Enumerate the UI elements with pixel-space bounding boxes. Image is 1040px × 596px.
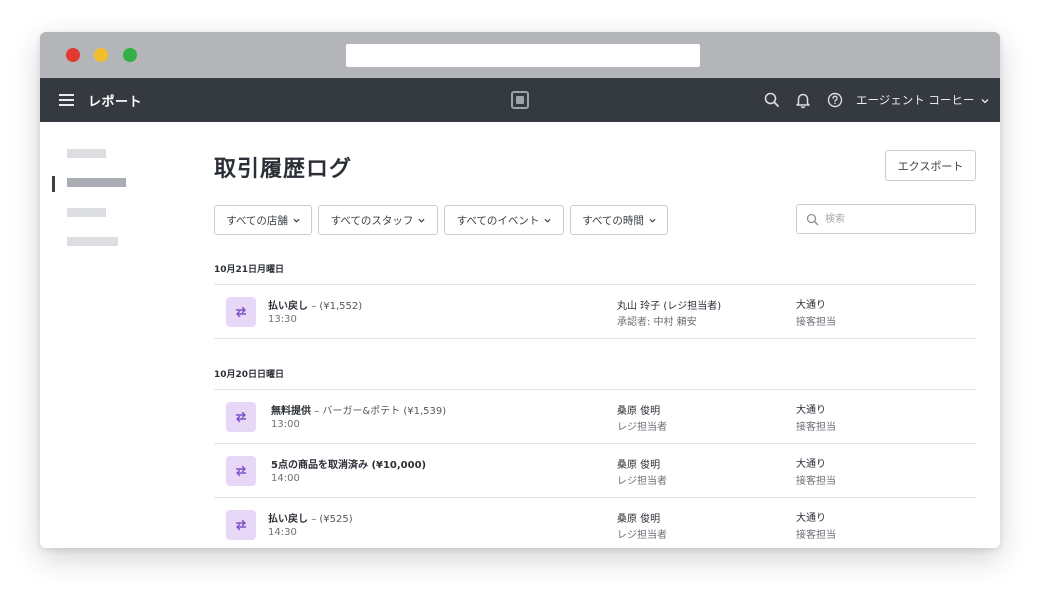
staff-role: レジ担当者	[617, 476, 667, 487]
page-title: 取引履歴ログ	[214, 157, 353, 182]
event-name: 払い戻し	[268, 301, 308, 312]
event-title: 5点の商品を取消済み (¥10,000)	[271, 456, 426, 471]
staff-name: 桑原 俊明	[617, 460, 661, 471]
staff-name: 桑原 俊明	[617, 406, 661, 417]
swap-arrows-icon	[226, 297, 256, 327]
sidebar-item-1[interactable]	[67, 149, 106, 158]
location-name: 大通り	[796, 459, 826, 470]
event-detail: – バーガー&ポテト (¥1,539)	[314, 406, 447, 417]
event-title: 無料提供 – バーガー&ポテト (¥1,539)	[271, 402, 446, 417]
staff-role: 承認者: 中村 頼安	[617, 317, 697, 328]
browser-window: レポート エージェント コーヒー 取引履歴ログ エクスポート すべての店舗 すべ…	[40, 32, 1000, 548]
filter-label: すべてのイベント	[456, 214, 540, 227]
chevron-down-icon	[418, 218, 425, 223]
filter-locations[interactable]: すべての店舗	[214, 205, 312, 235]
swap-arrows-icon	[226, 402, 256, 432]
staff-name: 丸山 玲子 (レジ担当者)	[617, 301, 722, 312]
chevron-down-icon	[649, 218, 656, 223]
date-header: 10月21日月曜日	[214, 265, 285, 275]
event-time: 14:00	[271, 473, 300, 484]
square-logo-icon[interactable]	[511, 91, 529, 109]
staff-role: レジ担当者	[617, 530, 667, 541]
list-item[interactable]: 無料提供 – バーガー&ポテト (¥1,539) 13:00 桑原 俊明 レジ担…	[214, 390, 976, 443]
event-title: 払い戻し – (¥1,552)	[268, 297, 362, 312]
sidebar-item-3[interactable]	[67, 208, 106, 217]
minimize-window-button[interactable]	[94, 48, 108, 62]
bell-icon[interactable]	[794, 91, 812, 109]
event-name: 5点の商品を取消済み (¥10,000)	[271, 460, 427, 471]
search-icon	[806, 213, 819, 226]
filter-time[interactable]: すべての時間	[570, 205, 668, 235]
sidebar-item-4[interactable]	[67, 237, 118, 246]
location-name: 大通り	[796, 513, 826, 524]
filter-staff[interactable]: すべてのスタッフ	[318, 205, 438, 235]
event-detail: – (¥525)	[311, 514, 353, 525]
event-detail: – (¥1,552)	[311, 301, 363, 312]
help-icon[interactable]	[826, 91, 844, 109]
swap-arrows-icon	[226, 456, 256, 486]
department-name: 接客担当	[796, 530, 836, 541]
location-name: 大通り	[796, 300, 826, 311]
search-box[interactable]	[796, 204, 976, 234]
swap-arrows-icon	[226, 510, 256, 540]
account-menu[interactable]: エージェント コーヒー	[856, 92, 989, 108]
event-name: 無料提供	[271, 406, 311, 417]
search-input[interactable]	[825, 211, 965, 228]
event-time: 13:30	[268, 314, 297, 325]
event-title: 払い戻し – (¥525)	[268, 510, 353, 525]
list-item[interactable]: 払い戻し – (¥1,552) 13:30 丸山 玲子 (レジ担当者) 承認者:…	[214, 285, 976, 338]
address-bar[interactable]	[346, 44, 700, 67]
sidebar-item-2[interactable]	[67, 178, 126, 187]
hamburger-icon[interactable]	[59, 94, 74, 106]
search-icon[interactable]	[763, 91, 781, 109]
department-name: 接客担当	[796, 422, 836, 433]
app-title: レポート	[88, 95, 143, 110]
department-name: 接客担当	[796, 317, 836, 328]
filter-label: すべての店舗	[226, 214, 288, 227]
location-name: 大通り	[796, 405, 826, 416]
sidebar-active-indicator	[52, 176, 55, 192]
chevron-down-icon	[981, 99, 989, 104]
chevron-down-icon	[544, 218, 551, 223]
list-item[interactable]: 払い戻し – (¥525) 14:30 桑原 俊明 レジ担当者 大通り 接客担当	[214, 498, 976, 548]
event-name: 払い戻し	[268, 514, 308, 525]
date-header: 10月20日日曜日	[214, 370, 285, 380]
chevron-down-icon	[293, 218, 300, 223]
staff-name: 桑原 俊明	[617, 514, 661, 525]
list-item[interactable]: 5点の商品を取消済み (¥10,000) 14:00 桑原 俊明 レジ担当者 大…	[214, 444, 976, 497]
filter-label: すべての時間	[582, 214, 644, 227]
account-name: エージェント コーヒー	[856, 93, 975, 107]
event-time: 14:30	[268, 527, 297, 538]
event-time: 13:00	[271, 419, 300, 430]
close-window-button[interactable]	[66, 48, 80, 62]
window-titlebar	[40, 32, 1000, 78]
staff-role: レジ担当者	[617, 422, 667, 433]
divider	[214, 338, 976, 339]
filter-events[interactable]: すべてのイベント	[444, 205, 564, 235]
main-content: 取引履歴ログ エクスポート すべての店舗 すべてのスタッフ すべてのイベント す…	[40, 122, 1000, 548]
department-name: 接客担当	[796, 476, 836, 487]
app-header: レポート エージェント コーヒー	[40, 78, 1000, 122]
maximize-window-button[interactable]	[123, 48, 137, 62]
export-button[interactable]: エクスポート	[885, 150, 976, 181]
filter-label: すべてのスタッフ	[330, 214, 414, 227]
